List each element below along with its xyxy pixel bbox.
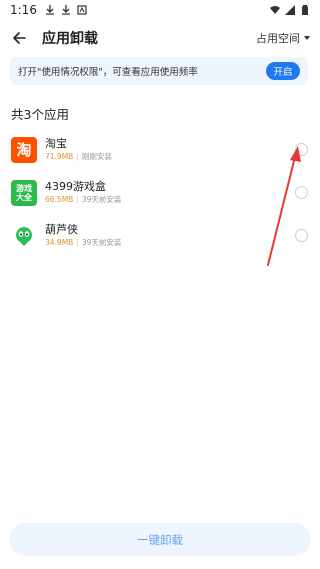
meta-separator: | — [76, 152, 79, 161]
app-name: 4399游戏盒 — [45, 180, 106, 193]
app-count-title: 共3个应用 — [11, 107, 69, 122]
app-info: 4399游戏盒 66.5MB | 39天前安装 — [45, 180, 121, 205]
app-row-4399[interactable]: 游戏大全 4399游戏盒 66.5MB | 39天前安装 — [0, 171, 320, 214]
app-size: 66.5MB — [45, 195, 74, 204]
game-box-icon: 游戏大全 — [11, 179, 37, 206]
download-icon — [45, 5, 54, 15]
permission-banner-text: 打开"使用情况权限"，可查看应用使用频率 — [18, 67, 198, 78]
signal-icon — [285, 5, 295, 15]
app-select-radio[interactable] — [295, 185, 308, 199]
taobao-icon: 淘 — [11, 136, 37, 163]
page-title: 应用卸载 — [42, 31, 98, 47]
battery-icon — [302, 5, 308, 15]
app-row-huluxia[interactable]: 葫芦侠 34.9MB | 39天前安装 — [0, 214, 320, 257]
status-bar: 1:16 — [0, 0, 320, 20]
app-meta: 66.5MB | 39天前安装 — [45, 194, 121, 205]
app-info: 葫芦侠 34.9MB | 39天前安装 — [45, 223, 121, 248]
enable-permission-button[interactable]: 开启 — [266, 62, 300, 80]
meta-separator: | — [76, 238, 79, 247]
app-size: 71.9MB — [45, 152, 74, 161]
app-install-time: 刚刚安装 — [81, 152, 112, 161]
sort-dropdown-label: 占用空间 — [256, 32, 300, 45]
notification-icon — [77, 5, 87, 15]
app-info: 淘宝 71.9MB | 刚刚安装 — [45, 137, 112, 162]
app-name: 葫芦侠 — [45, 223, 78, 236]
meta-separator: | — [76, 195, 79, 204]
app-name: 淘宝 — [45, 137, 67, 150]
status-left-icons — [45, 5, 87, 15]
app-meta: 34.9MB | 39天前安装 — [45, 237, 121, 248]
app-bar: 应用卸载 占用空间 — [0, 24, 320, 52]
caret-down-icon — [304, 36, 310, 40]
annotation-arrow-icon — [267, 146, 301, 266]
permission-banner: 打开"使用情况权限"，可查看应用使用频率 开启 — [10, 57, 308, 85]
wifi-icon — [270, 6, 280, 14]
app-select-radio[interactable] — [295, 142, 308, 156]
download-icon — [61, 5, 70, 15]
app-select-radio[interactable] — [295, 228, 308, 242]
app-install-time: 39天前安装 — [81, 238, 122, 247]
app-meta: 71.9MB | 刚刚安装 — [45, 151, 112, 162]
huluxia-logo-icon — [16, 226, 32, 246]
app-row-taobao[interactable]: 淘 淘宝 71.9MB | 刚刚安装 — [0, 128, 320, 171]
app-size: 34.9MB — [45, 238, 74, 247]
app-list: 淘 淘宝 71.9MB | 刚刚安装 游戏大全 4399游戏盒 66.5MB | 39天… — [0, 128, 320, 257]
back-arrow-icon[interactable] — [10, 29, 28, 47]
sort-dropdown[interactable]: 占用空间 — [256, 30, 310, 46]
status-right-icons — [270, 5, 310, 15]
status-time: 1:16 — [10, 3, 37, 17]
huluxia-icon — [11, 222, 37, 249]
app-install-time: 39天前安装 — [81, 195, 122, 204]
one-click-uninstall-button[interactable]: 一键卸载 — [9, 523, 311, 556]
